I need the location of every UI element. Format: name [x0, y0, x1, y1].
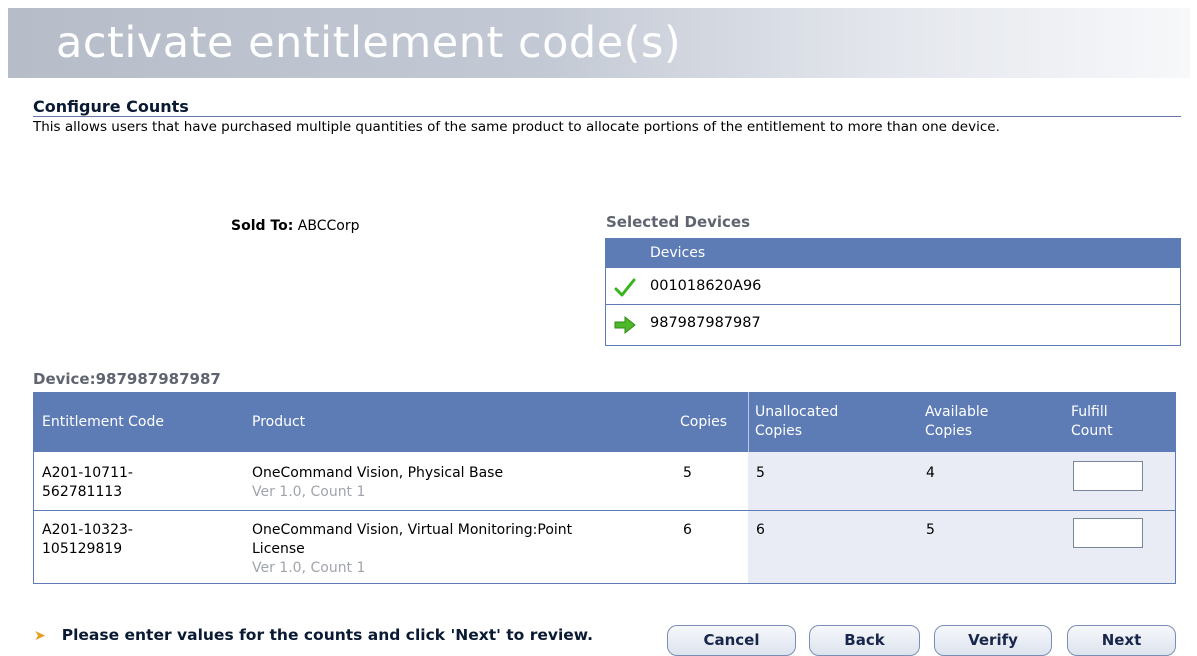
section-divider [33, 116, 1181, 117]
device-id: 987987987987 [650, 315, 761, 331]
section-description: This allows users that have purchased mu… [33, 119, 1000, 135]
entitlement-code-line1: A201-10711- [42, 465, 133, 481]
device-row[interactable]: 987987987987 [606, 305, 1180, 342]
fulfill-count-input[interactable] [1073, 461, 1143, 491]
entitlement-code-line1: A201-10323- [42, 522, 133, 538]
header-fulfill-line2: Count [1071, 423, 1113, 439]
arrow-right-icon [614, 313, 636, 335]
header-available-line2: Copies [925, 423, 973, 439]
product-cell: OneCommand Vision, Virtual Monitoring:Po… [252, 521, 572, 578]
entitlements-table: Entitlement Code Product Copies Unalloca… [33, 392, 1176, 584]
chevron-right-icon: ➤ [34, 628, 46, 644]
unallocated-value: 5 [756, 465, 765, 481]
header-fulfill-count: Fulfill Count [1071, 403, 1113, 441]
sold-to: Sold To: ABCCorp [231, 218, 359, 234]
header-entitlement-code: Entitlement Code [42, 414, 164, 430]
devices-column-header: Devices [606, 238, 1180, 268]
header-copies: Copies [680, 414, 728, 430]
entitlement-code-line2: 562781113 [42, 484, 123, 500]
sold-to-value: ABCCorp [297, 218, 360, 234]
table-row: A201-10323- 105129819 OneCommand Vision,… [34, 511, 1175, 583]
header-unallocated-line1: Unallocated [755, 404, 839, 420]
selected-devices-table: Devices 001018620A96 987987987987 [605, 238, 1181, 346]
header-divider [748, 392, 749, 452]
table-row: A201-10711- 562781113 OneCommand Vision,… [34, 452, 1175, 510]
device-row[interactable]: 001018620A96 [606, 268, 1180, 305]
unallocated-value: 6 [756, 522, 765, 538]
device-id: 001018620A96 [650, 278, 762, 294]
section-title: Configure Counts [33, 97, 189, 116]
product-name: OneCommand Vision, Physical Base [252, 465, 504, 481]
page-banner: activate entitlement code(s) [8, 8, 1190, 78]
footer-instructions: ➤ Please enter values for the counts and … [34, 626, 593, 644]
available-value: 5 [926, 522, 935, 538]
back-button[interactable]: Back [809, 625, 920, 656]
entitlement-code: A201-10711- 562781113 [42, 464, 133, 502]
cancel-button[interactable]: Cancel [667, 625, 796, 656]
selected-devices-title: Selected Devices [606, 213, 751, 231]
entitlement-code: A201-10323- 105129819 [42, 521, 133, 559]
product-name-line2: License [252, 541, 305, 557]
current-device-label: Device:987987987987 [33, 370, 221, 388]
product-cell: OneCommand Vision, Physical Base Ver 1.0… [252, 464, 503, 502]
copies-value: 6 [683, 522, 692, 538]
copies-value: 5 [683, 465, 692, 481]
header-available-copies: Available Copies [925, 403, 988, 441]
product-version: Ver 1.0, Count 1 [252, 560, 366, 576]
header-product: Product [252, 414, 306, 430]
product-version: Ver 1.0, Count 1 [252, 484, 366, 500]
header-unallocated-copies: Unallocated Copies [755, 403, 838, 441]
verify-button[interactable]: Verify [934, 625, 1052, 656]
header-fulfill-line1: Fulfill [1071, 404, 1108, 420]
check-icon [614, 276, 636, 297]
available-value: 4 [926, 465, 935, 481]
fulfill-count-input[interactable] [1073, 518, 1143, 548]
entitlements-table-header: Entitlement Code Product Copies Unalloca… [34, 392, 1175, 452]
footer-message: Please enter values for the counts and c… [61, 626, 594, 644]
next-button[interactable]: Next [1067, 625, 1176, 656]
product-name: OneCommand Vision, Virtual Monitoring:Po… [252, 522, 573, 538]
header-available-line1: Available [925, 404, 989, 420]
entitlement-code-line2: 105129819 [42, 541, 123, 557]
sold-to-label: Sold To: [231, 218, 294, 234]
header-unallocated-line2: Copies [755, 423, 803, 439]
page-title: activate entitlement code(s) [56, 18, 682, 68]
